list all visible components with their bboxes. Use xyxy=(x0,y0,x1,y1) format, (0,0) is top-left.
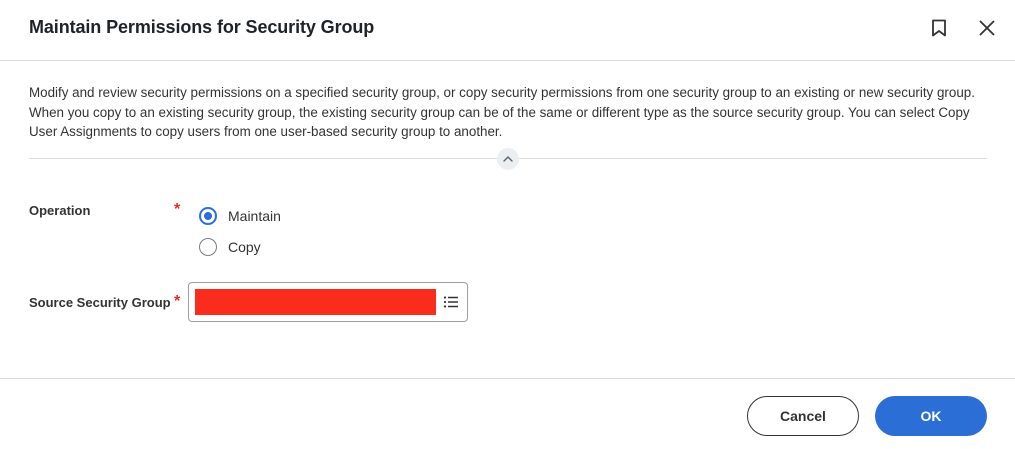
bookmark-button[interactable] xyxy=(927,16,951,40)
chevron-up-icon xyxy=(503,156,513,162)
close-icon xyxy=(979,20,995,36)
maintain-radio-label: Maintain xyxy=(228,208,281,224)
dialog-title: Maintain Permissions for Security Group xyxy=(29,17,375,37)
operation-option-copy[interactable]: Copy xyxy=(199,238,261,256)
maintain-radio[interactable] xyxy=(199,207,217,225)
source-security-group-selected-value-redacted[interactable] xyxy=(195,289,436,315)
prompt-list-icon[interactable] xyxy=(442,293,460,311)
operation-label: Operation xyxy=(29,203,91,218)
ok-button[interactable]: OK xyxy=(875,396,987,436)
cancel-button[interactable]: Cancel xyxy=(747,396,859,436)
close-button[interactable] xyxy=(975,16,999,40)
operation-option-maintain[interactable]: Maintain xyxy=(199,207,281,225)
dialog-footer: Cancel OK xyxy=(0,378,1015,449)
instructions-text: Modify and review security permissions o… xyxy=(29,85,975,139)
source-security-group-prompt[interactable] xyxy=(188,282,468,322)
dialog-header: Maintain Permissions for Security Group xyxy=(0,0,1015,61)
collapse-instructions-button[interactable] xyxy=(497,148,519,170)
source-security-group-label: Source Security Group xyxy=(29,295,171,310)
copy-radio-label: Copy xyxy=(228,239,261,255)
operation-required-mark: * xyxy=(174,201,181,218)
source-security-group-required-mark: * xyxy=(174,293,181,310)
bookmark-icon xyxy=(932,19,946,37)
copy-radio[interactable] xyxy=(199,238,217,256)
